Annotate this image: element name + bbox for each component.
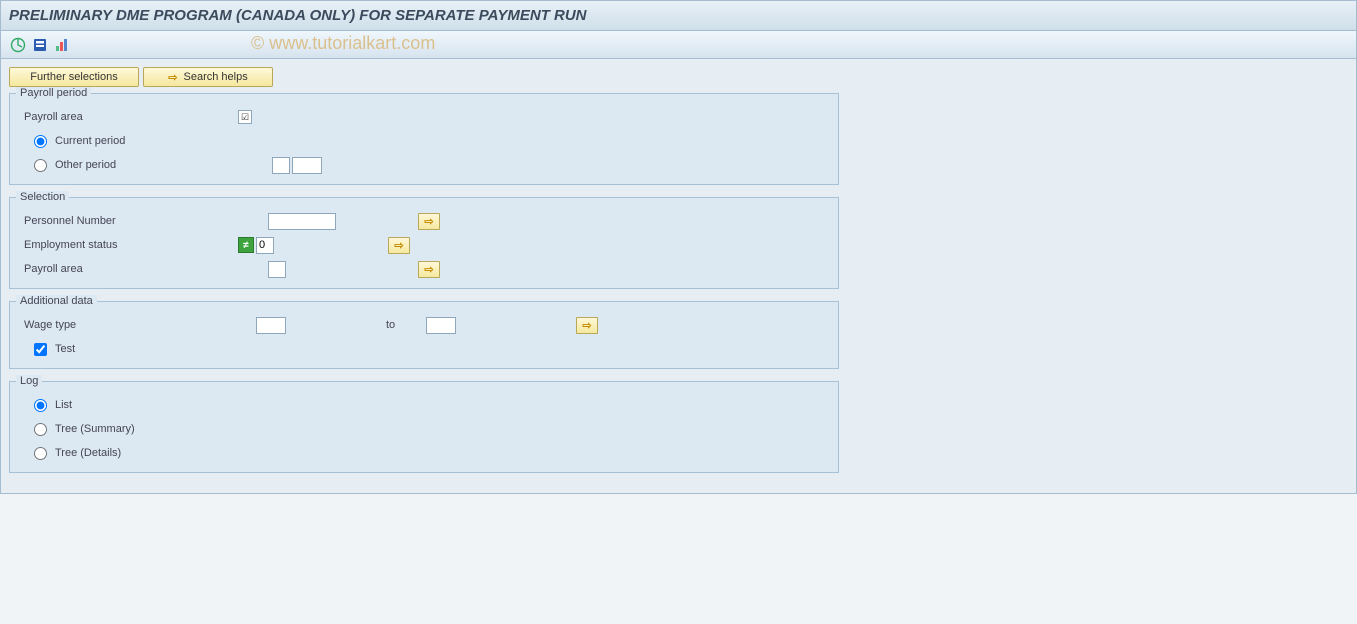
additional-data-legend: Additional data	[16, 295, 97, 307]
test-checkbox[interactable]	[34, 343, 47, 356]
search-helps-button[interactable]: ⇨ Search helps	[143, 67, 273, 87]
other-period-input-2[interactable]	[292, 157, 322, 174]
personnel-number-multi-icon[interactable]: ⇨	[418, 213, 440, 230]
employment-status-label-text: Employment status	[24, 239, 118, 251]
payroll-period-group: Payroll period Payroll area ☑ Current pe…	[9, 93, 839, 185]
personnel-number-label: Personnel Number	[18, 215, 238, 227]
tree-details-radio-row[interactable]: Tree (Details)	[18, 447, 238, 460]
payroll-area2-input[interactable]	[268, 261, 286, 278]
wage-type-multi-icon[interactable]: ⇨	[576, 317, 598, 334]
tree-details-radio[interactable]	[34, 447, 47, 460]
payroll-area2-multi-icon[interactable]: ⇨	[418, 261, 440, 278]
other-period-input-1[interactable]	[272, 157, 290, 174]
selection-legend: Selection	[16, 191, 69, 203]
arrow-right-icon: ⇨	[168, 71, 177, 84]
selection-group: Selection Personnel Number ⇨ Employment …	[9, 197, 839, 289]
execute-icon[interactable]	[9, 36, 27, 54]
payroll-area-label: Payroll area	[18, 111, 238, 123]
test-checkbox-row[interactable]: Test	[18, 343, 238, 356]
not-equal-icon[interactable]: ≠	[238, 237, 254, 253]
other-period-radio-row[interactable]: Other period	[18, 159, 238, 172]
selection-button-row: Further selections ⇨ Search helps	[9, 67, 1348, 87]
further-selections-label: Further selections	[30, 71, 117, 83]
variant-icon[interactable]	[31, 36, 49, 54]
payroll-period-legend: Payroll period	[16, 87, 91, 99]
tree-summary-label: Tree (Summary)	[55, 423, 135, 435]
personnel-number-input[interactable]	[268, 213, 336, 230]
test-label: Test	[55, 343, 75, 355]
other-period-label: Other period	[55, 159, 116, 171]
content-area: Further selections ⇨ Search helps Payrol…	[0, 59, 1357, 494]
employment-status-label: Employment status	[18, 239, 238, 251]
watermark-text: © www.tutorialkart.com	[251, 33, 435, 54]
page-title: PRELIMINARY DME PROGRAM (CANADA ONLY) FO…	[0, 0, 1357, 31]
employment-status-input[interactable]	[256, 237, 274, 254]
list-label: List	[55, 399, 72, 411]
payroll-area-f4-icon[interactable]: ☑	[238, 110, 252, 124]
log-legend: Log	[16, 375, 42, 387]
tree-summary-radio-row[interactable]: Tree (Summary)	[18, 423, 238, 436]
log-group: Log List Tree (Summary) Tree (Details)	[9, 381, 839, 473]
other-period-radio[interactable]	[34, 159, 47, 172]
list-radio-row[interactable]: List	[18, 399, 238, 412]
additional-data-group: Additional data Wage type to ⇨ Test	[9, 301, 839, 369]
wage-type-to-label: to	[316, 319, 426, 331]
payroll-area2-label: Payroll area	[18, 263, 238, 275]
wage-type-from-input[interactable]	[256, 317, 286, 334]
tree-summary-radio[interactable]	[34, 423, 47, 436]
chart-icon[interactable]	[53, 36, 71, 54]
further-selections-button[interactable]: Further selections	[9, 67, 139, 87]
current-period-radio-row[interactable]: Current period	[18, 135, 238, 148]
app-toolbar: © www.tutorialkart.com	[0, 31, 1357, 59]
search-helps-label: Search helps	[184, 71, 248, 83]
wage-type-to-input[interactable]	[426, 317, 456, 334]
wage-type-label: Wage type	[18, 319, 238, 331]
list-radio[interactable]	[34, 399, 47, 412]
current-period-label: Current period	[55, 135, 125, 147]
tree-details-label: Tree (Details)	[55, 447, 121, 459]
current-period-radio[interactable]	[34, 135, 47, 148]
employment-status-multi-icon[interactable]: ⇨	[388, 237, 410, 254]
